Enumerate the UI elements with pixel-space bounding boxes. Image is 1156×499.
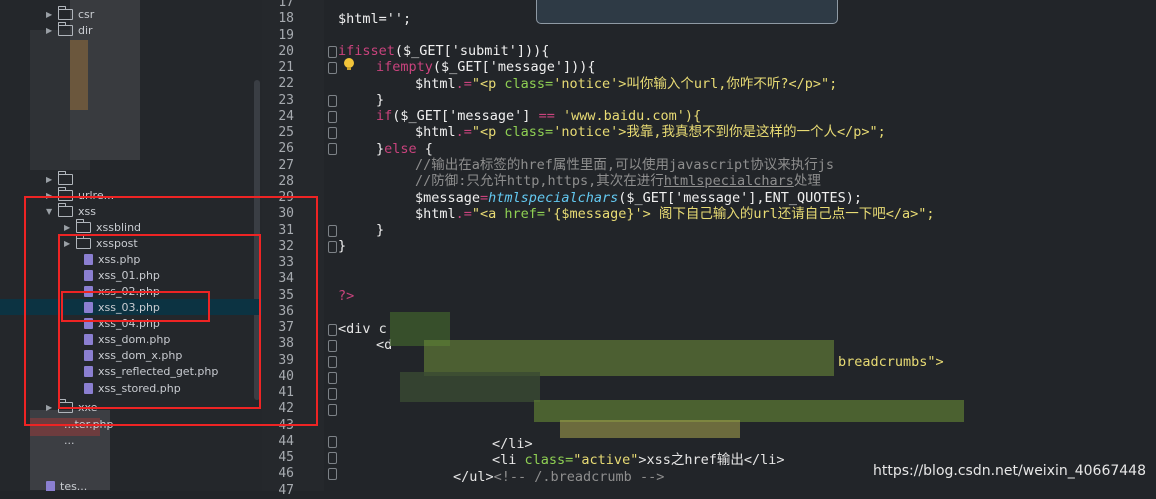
- line-number: 17: [278, 0, 294, 10]
- fold-marker-icon[interactable]: [328, 111, 337, 123]
- fold-marker-icon[interactable]: [328, 127, 337, 139]
- line-number: 44: [278, 434, 294, 449]
- fold-marker-icon[interactable]: [328, 468, 337, 480]
- line-number: 27: [278, 158, 294, 173]
- expand-arrow-icon[interactable]: ▶: [46, 26, 58, 35]
- pixelated-code-region: [400, 372, 540, 402]
- fold-marker-icon[interactable]: [328, 452, 337, 464]
- tree-file-test[interactable]: tes...: [46, 478, 87, 491]
- line-number: 25: [278, 125, 294, 140]
- tree-folder-dir[interactable]: ▶ dir: [46, 21, 93, 38]
- tree-file-hidden[interactable]: ...: [64, 432, 75, 448]
- line-number: 23: [278, 93, 294, 108]
- line-number: 47: [278, 483, 294, 498]
- pixelated-code-region: [534, 400, 964, 422]
- code-line-30: $html.="<a href='{$message}'> 阁下自己输入的url…: [415, 206, 935, 222]
- fold-marker-icon[interactable]: [328, 241, 337, 253]
- line-number: 24: [278, 109, 294, 124]
- code-line-21: ifempty($_GET['message'])){: [376, 59, 596, 75]
- code-line-39: breadcrumbs">: [838, 354, 944, 370]
- fold-marker-icon[interactable]: [328, 340, 337, 352]
- pixelated-region: [70, 40, 88, 110]
- expand-arrow-icon[interactable]: ▶: [46, 175, 58, 184]
- tree-folder-collapsed[interactable]: ▶: [46, 170, 78, 187]
- php-file-icon: [46, 480, 55, 491]
- folder-icon: [58, 5, 73, 20]
- watermark: https://blog.csdn.net/weixin_40667448: [872, 463, 1146, 479]
- fold-marker-icon[interactable]: [328, 388, 337, 400]
- fold-marker-icon[interactable]: [328, 404, 337, 416]
- line-number: 28: [278, 174, 294, 189]
- code-line-29: $message=htmlspecialchars($_GET['message…: [415, 190, 863, 206]
- code-line-46: </ul><!-- /.breadcrumb -->: [453, 469, 665, 485]
- line-number: 45: [278, 450, 294, 465]
- code-line-25: $html.="<p class='notice'>我靠,我真想不到你是这样的一…: [415, 124, 886, 140]
- code-line-26: }else {: [376, 141, 433, 157]
- code-line-35: ?>: [338, 288, 355, 304]
- fold-marker-icon[interactable]: [328, 372, 337, 384]
- tooltip-popup: [536, 0, 838, 24]
- code-line-27: //输出在a标签的href属性里面,可以使用javascript协议来执行js: [415, 157, 835, 173]
- tree-folder-csr[interactable]: ▶ csr: [46, 5, 94, 22]
- folder-icon: [58, 21, 73, 36]
- code-line-44: </li>: [492, 436, 533, 452]
- line-number: 20: [278, 44, 294, 59]
- fold-marker-icon[interactable]: [328, 46, 337, 58]
- line-number: 46: [278, 466, 294, 481]
- line-number: 22: [278, 76, 294, 91]
- code-line-23: }: [376, 92, 385, 108]
- fold-marker-icon[interactable]: [328, 62, 337, 74]
- code-line-24: if($_GET['message'] == 'www.baidu.com'){: [376, 108, 702, 124]
- line-number: 19: [278, 28, 294, 43]
- code-line-37: <div c: [338, 321, 387, 337]
- code-line-28: //防御:只允许http,https,其次在进行htmlspecialchars…: [415, 173, 821, 189]
- line-number: 26: [278, 141, 294, 156]
- fold-marker-icon[interactable]: [328, 95, 337, 107]
- code-line-32: }: [338, 238, 347, 254]
- lightbulb-icon[interactable]: [344, 58, 354, 70]
- pixelated-code-region: [560, 420, 740, 438]
- code-line-18: $html='';: [338, 11, 412, 27]
- folder-icon: [58, 170, 73, 185]
- line-number: 18: [278, 11, 294, 26]
- fold-marker-icon[interactable]: [328, 225, 337, 237]
- code-line-45: <li class="active">xss之href输出</li>: [492, 452, 785, 468]
- expand-arrow-icon[interactable]: ▶: [46, 10, 58, 19]
- fold-marker-icon[interactable]: [328, 143, 337, 155]
- code-line-31: }: [376, 222, 385, 238]
- annotation-box-selected-file: [61, 291, 210, 322]
- line-number: 21: [278, 60, 294, 75]
- fold-marker-icon[interactable]: [328, 436, 337, 448]
- fold-marker-icon[interactable]: [328, 356, 337, 368]
- code-line-20: ifisset($_GET['submit'])){: [338, 43, 550, 59]
- code-line-22: $html.="<p class='notice'>叫你输入个url,你咋不听?…: [415, 76, 838, 92]
- pixelated-code-region: [424, 340, 834, 376]
- fold-marker-icon[interactable]: [328, 324, 337, 336]
